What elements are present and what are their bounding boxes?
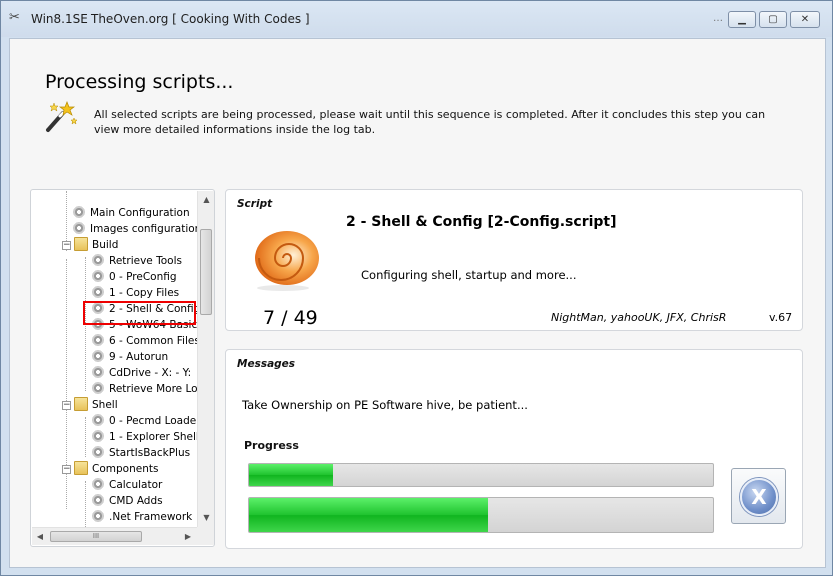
tree-folder-components[interactable]: Components [74, 461, 158, 477]
scroll-left-arrow-icon[interactable]: ◀ [32, 528, 48, 545]
script-counter: 7 / 49 [263, 307, 318, 329]
scroll-up-arrow-icon[interactable]: ▲ [198, 191, 215, 208]
gear-icon [91, 333, 105, 347]
script-section-label: Script [237, 198, 273, 210]
overall-progress-fill [249, 498, 488, 532]
current-message: Take Ownership on PE Software hive, be p… [242, 398, 528, 412]
main-window: ✂ Win8.1SE TheOven.org [ Cooking With Co… [0, 0, 833, 576]
page-description: All selected scripts are being processed… [94, 108, 766, 136]
tree-connector [85, 481, 86, 527]
gear-icon [91, 413, 105, 427]
tree-connector [85, 257, 86, 391]
gear-icon [91, 493, 105, 507]
tree-item-preconfig[interactable]: 0 - PreConfig [91, 269, 177, 285]
gear-icon [91, 349, 105, 363]
tree-item-explorer-shell[interactable]: 1 - Explorer Shell [91, 429, 197, 445]
gear-icon [91, 509, 105, 523]
nautilus-shell-icon [255, 231, 319, 291]
scrollbar-corner [197, 527, 214, 545]
tree-item-net-framework[interactable]: .Net Framework [91, 509, 192, 525]
script-info-panel: Script 2 - Shell & Config [2-Config.scri… [225, 189, 803, 331]
maximize-button[interactable]: ▢ [759, 11, 787, 28]
scroll-right-arrow-icon[interactable]: ▶ [180, 528, 196, 545]
horizontal-scroll-thumb[interactable]: III [50, 531, 142, 542]
gear-running-icon [91, 301, 105, 315]
script-version: v.67 [769, 311, 793, 324]
script-progress-bar [248, 463, 714, 487]
gear-icon [91, 477, 105, 491]
tree-item-autorun[interactable]: 9 - Autorun [91, 349, 168, 365]
tree-item-retrieve-tools[interactable]: Retrieve Tools [91, 253, 182, 269]
messages-section-label: Messages [237, 358, 296, 370]
tree-item-retrieve-more[interactable]: Retrieve More Lo [91, 381, 197, 397]
script-description: Configuring shell, startup and more... [361, 268, 577, 282]
script-tree-panel: Main Configuration Images configuration … [30, 189, 215, 547]
tree-horizontal-scrollbar[interactable]: ◀ III ▶ [32, 527, 197, 545]
wizard-content: Processing scripts... All selected scrip… [9, 38, 826, 568]
tree-vertical-scrollbar[interactable]: ▲ ▼ [197, 191, 214, 527]
minimize-button[interactable]: ▁ [728, 11, 756, 28]
cancel-x-icon: X [740, 478, 778, 516]
tree-item-common-files[interactable]: 6 - Common Files [91, 333, 197, 349]
cancel-button[interactable]: X [731, 468, 786, 524]
gear-icon [91, 445, 105, 459]
page-title: Processing scripts... [45, 71, 234, 93]
tree-item-pecmd-loader[interactable]: 0 - Pecmd Loader [91, 413, 197, 429]
magic-wand-icon [46, 101, 78, 132]
script-authors: NightMan, yahooUK, JFX, ChrisR [551, 311, 727, 324]
folder-icon [74, 397, 88, 411]
tree-item-images-configuration[interactable]: Images configuration [72, 221, 197, 237]
collapse-build-toggle[interactable]: − [62, 241, 71, 250]
messages-panel: Messages Take Ownership on PE Software h… [225, 349, 803, 549]
collapse-components-toggle[interactable]: − [62, 465, 71, 474]
tree-folder-build[interactable]: Build [74, 237, 118, 253]
close-button[interactable]: ✕ [790, 11, 820, 28]
app-tools-icon: ✂ [9, 10, 20, 25]
tree-item-copy-files[interactable]: 1 - Copy Files [91, 285, 179, 301]
help-button[interactable]: … [711, 11, 725, 28]
gear-icon [91, 381, 105, 395]
gear-icon [91, 429, 105, 443]
site-title: TheOven.org [ Cooking With Codes ] [91, 12, 310, 26]
overall-progress-bar [248, 497, 714, 533]
script-progress-fill [249, 464, 333, 486]
tree-folder-shell[interactable]: Shell [74, 397, 118, 413]
title-bar[interactable]: ✂ Win8.1SE TheOven.org [ Cooking With Co… [1, 1, 832, 37]
tree-item-calculator[interactable]: Calculator [91, 477, 162, 493]
collapse-shell-toggle[interactable]: − [62, 401, 71, 410]
gear-icon [72, 221, 86, 235]
vertical-scroll-thumb[interactable] [200, 229, 212, 315]
gear-icon [72, 205, 86, 219]
gear-icon [91, 365, 105, 379]
folder-icon [74, 237, 88, 251]
tree-item-main-configuration[interactable]: Main Configuration [72, 205, 190, 221]
gear-icon [91, 269, 105, 283]
gear-icon [91, 317, 105, 331]
folder-icon [74, 461, 88, 475]
script-title: 2 - Shell & Config [2-Config.script] [346, 214, 617, 230]
gear-icon [91, 253, 105, 267]
tree-item-shell-config[interactable]: 2 - Shell & Config [91, 301, 197, 317]
progress-label: Progress [244, 439, 299, 452]
scroll-down-arrow-icon[interactable]: ▼ [198, 509, 215, 526]
script-tree[interactable]: Main Configuration Images configuration … [32, 191, 197, 527]
tree-item-cddrive[interactable]: CdDrive - X: - Y: [91, 365, 191, 381]
tree-item-wow64-basic[interactable]: 5 - WoW64 Basic [91, 317, 197, 333]
gear-icon [91, 285, 105, 299]
tree-connector [85, 417, 86, 457]
app-title: Win8.1SE [31, 12, 88, 26]
tree-item-startisbackplus[interactable]: StartIsBackPlus [91, 445, 190, 461]
tree-item-cmd-adds[interactable]: CMD Adds [91, 493, 163, 509]
